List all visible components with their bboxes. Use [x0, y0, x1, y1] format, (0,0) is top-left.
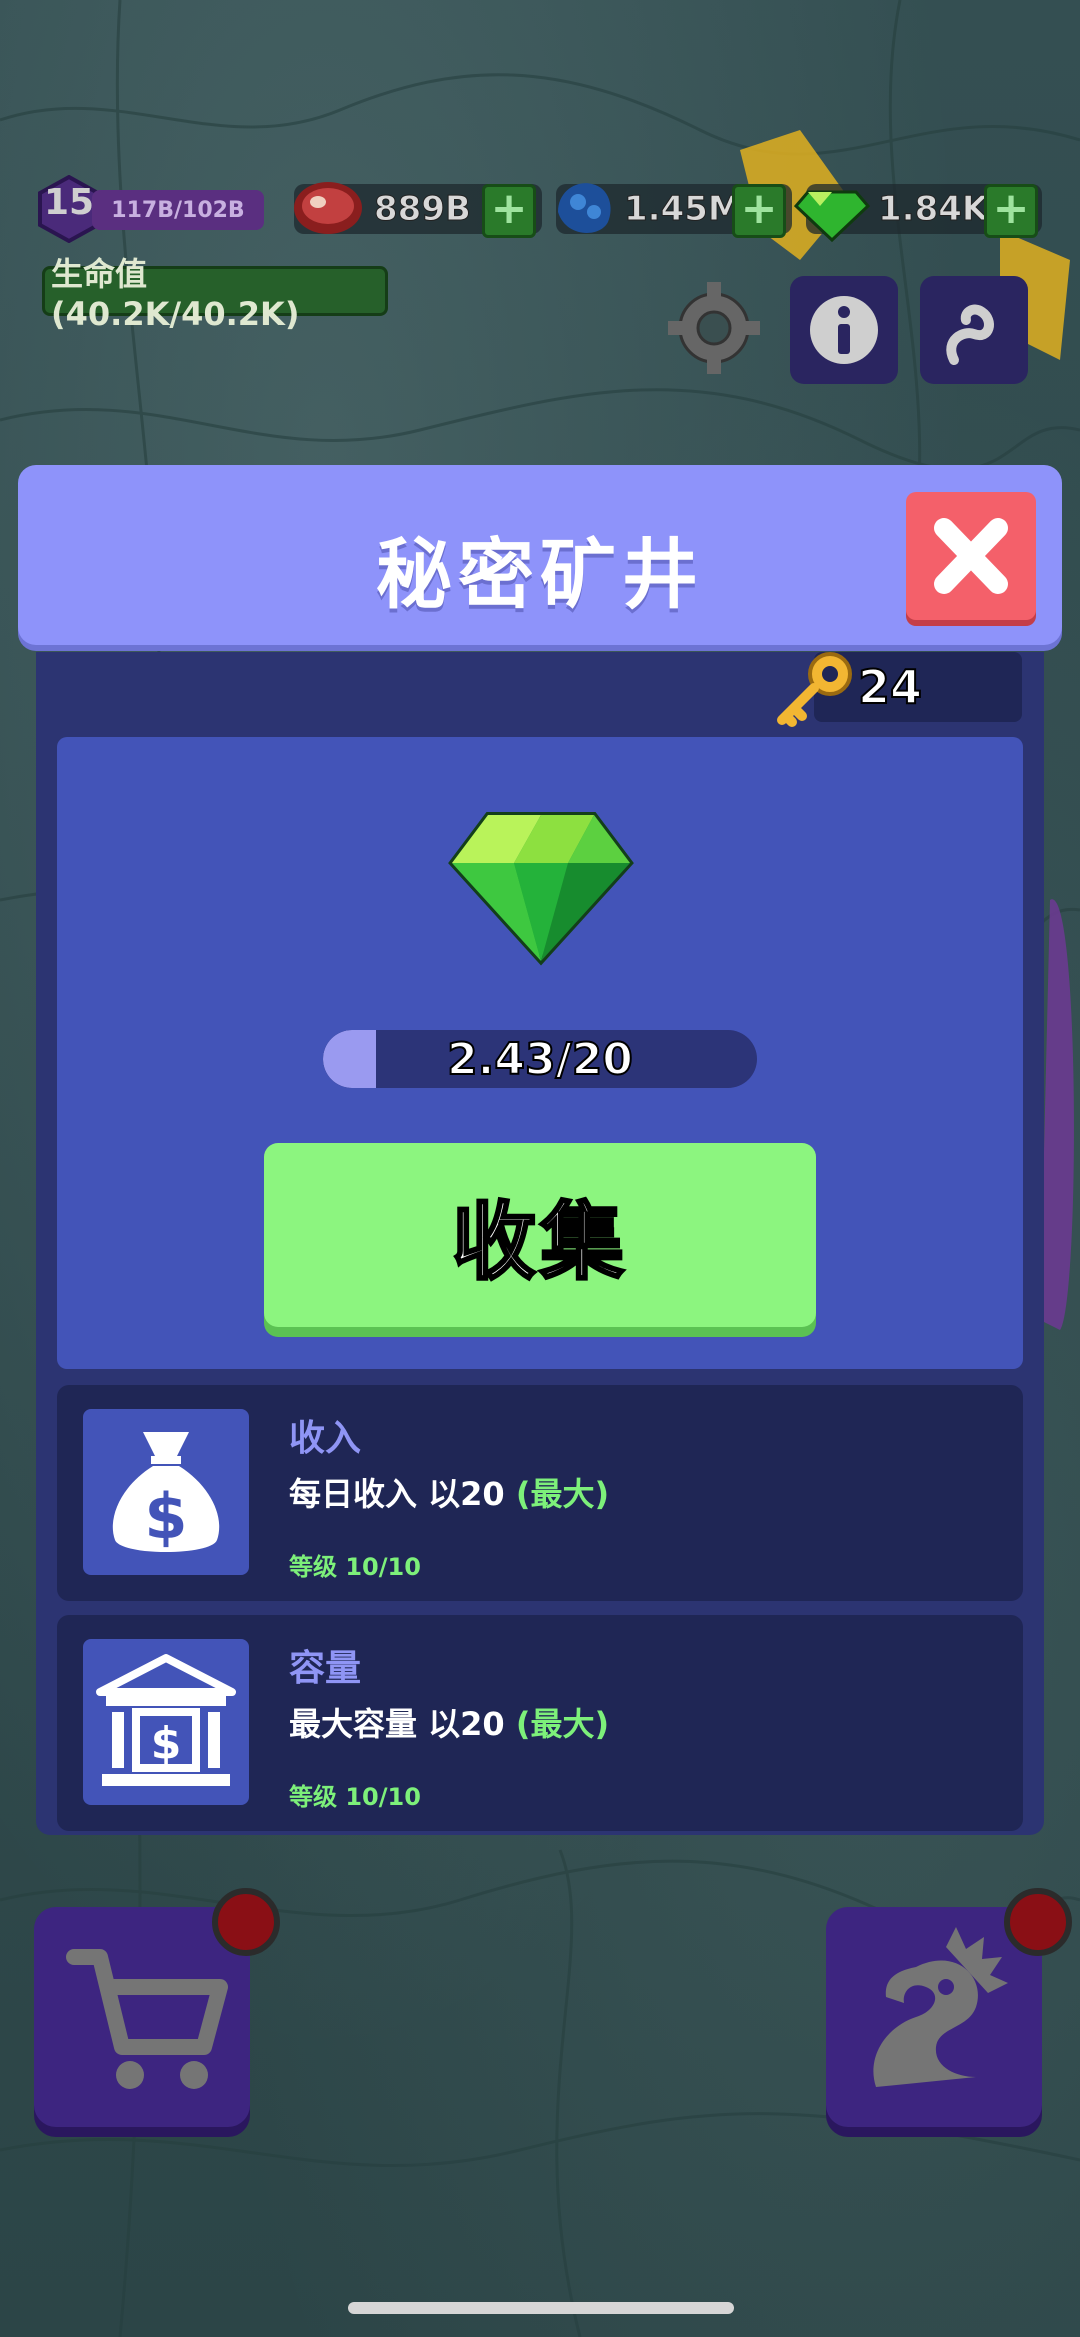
income-max-tag: (最大) [504, 1475, 610, 1513]
svg-text:$: $ [144, 1480, 187, 1553]
capacity-level: 等级 10/10 [289, 1783, 421, 1811]
capacity-description: 最大容量 以20 (最大) [289, 1699, 609, 1745]
bank-icon: $ [96, 1654, 236, 1786]
money-bag-icon: $ [112, 1432, 220, 1553]
key-count: 24 [857, 659, 923, 715]
key-icon [777, 652, 852, 727]
evolution-button[interactable] [920, 276, 1028, 384]
xp-bar: 117B/102B [92, 190, 264, 230]
ore-amount: 1.45M [624, 189, 743, 230]
capacity-title: 容量 [289, 1648, 362, 1689]
add-meat-button[interactable]: + [482, 184, 536, 238]
income-upgrade-card: $ 收入 每日收入 以20 (最大) 等级 10/10 [57, 1385, 1023, 1601]
add-ore-button[interactable]: + [732, 184, 786, 238]
income-level: 等级 10/10 [289, 1553, 421, 1581]
collect-button[interactable]: 收集 [264, 1143, 816, 1327]
info-icon [810, 296, 878, 364]
capacity-max-tag: (最大) [504, 1705, 610, 1743]
capacity-desc-text: 最大容量 以20 [289, 1705, 505, 1743]
svg-text:$: $ [151, 1718, 182, 1769]
gear-icon [668, 282, 760, 374]
green-gem-icon [793, 190, 871, 243]
info-button[interactable] [790, 276, 898, 384]
meat-amount: 889B [374, 189, 472, 230]
income-desc-text: 每日收入 以20 [289, 1475, 505, 1513]
health-bar: 生命值 (40.2K/40.2K) [42, 255, 388, 333]
progress-label: 2.43/20 [446, 1033, 634, 1086]
green-gem-icon [448, 812, 634, 966]
capacity-upgrade-card: $ 容量 最大容量 以20 (最大) 等级 10/10 [57, 1615, 1023, 1831]
income-icon-tile: $ [83, 1409, 249, 1575]
settings-button[interactable] [664, 278, 764, 378]
shop-notification-dot [212, 1888, 280, 1956]
mine-progress-bar: 2.43/20 [323, 1030, 757, 1088]
meat-icon [294, 182, 362, 234]
close-icon [934, 518, 1008, 594]
home-indicator[interactable] [348, 2302, 734, 2314]
close-button[interactable] [906, 492, 1036, 620]
gem-amount: 1.84K [877, 189, 989, 230]
monster-notification-dot [1004, 1888, 1072, 1956]
add-gems-button[interactable]: + [984, 184, 1038, 238]
blue-ore-icon [558, 183, 611, 233]
capacity-icon-tile: $ [83, 1639, 249, 1805]
income-title: 收入 [289, 1418, 362, 1459]
collect-label: 收集 [450, 1191, 628, 1292]
creature-icon [946, 304, 994, 365]
income-description: 每日收入 以20 (最大) [289, 1469, 609, 1515]
level-number: 15 [44, 182, 95, 223]
